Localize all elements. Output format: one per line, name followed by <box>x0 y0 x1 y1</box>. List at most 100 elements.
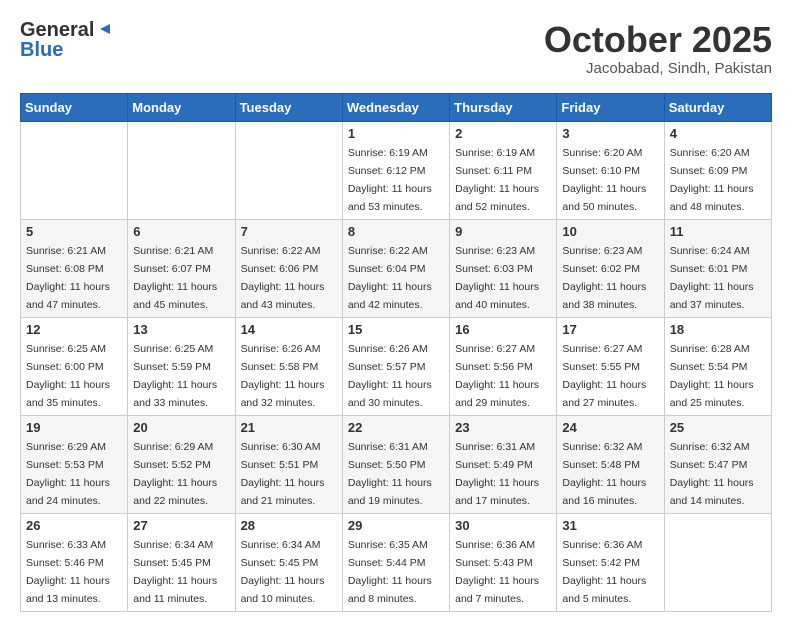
day-info: Sunrise: 6:29 AM Sunset: 5:52 PM Dayligh… <box>133 441 217 507</box>
day-info: Sunrise: 6:31 AM Sunset: 5:50 PM Dayligh… <box>348 441 432 507</box>
weekday-header-saturday: Saturday <box>664 93 771 121</box>
month-title: October 2025 <box>544 20 772 60</box>
day-info: Sunrise: 6:23 AM Sunset: 6:02 PM Dayligh… <box>562 245 646 311</box>
day-number: 3 <box>562 126 658 141</box>
week-row-4: 19 Sunrise: 6:29 AM Sunset: 5:53 PM Dayli… <box>21 415 772 513</box>
day-number: 17 <box>562 322 658 337</box>
day-number: 6 <box>133 224 229 239</box>
day-info: Sunrise: 6:20 AM Sunset: 6:10 PM Dayligh… <box>562 147 646 213</box>
calendar-cell: 29 Sunrise: 6:35 AM Sunset: 5:44 PM Dayli… <box>342 513 449 611</box>
calendar-cell: 21 Sunrise: 6:30 AM Sunset: 5:51 PM Dayli… <box>235 415 342 513</box>
day-info: Sunrise: 6:19 AM Sunset: 6:11 PM Dayligh… <box>455 147 539 213</box>
day-number: 1 <box>348 126 444 141</box>
day-info: Sunrise: 6:34 AM Sunset: 5:45 PM Dayligh… <box>133 539 217 605</box>
day-number: 11 <box>670 224 766 239</box>
calendar-cell: 19 Sunrise: 6:29 AM Sunset: 5:53 PM Dayli… <box>21 415 128 513</box>
day-info: Sunrise: 6:29 AM Sunset: 5:53 PM Dayligh… <box>26 441 110 507</box>
calendar-cell: 11 Sunrise: 6:24 AM Sunset: 6:01 PM Dayli… <box>664 219 771 317</box>
calendar-cell: 4Sunrise: 6:20 AM Sunset: 6:09 PM Daylig… <box>664 121 771 219</box>
weekday-header-thursday: Thursday <box>450 93 557 121</box>
day-number: 22 <box>348 420 444 435</box>
day-info: Sunrise: 6:26 AM Sunset: 5:57 PM Dayligh… <box>348 343 432 409</box>
logo-general-text: General <box>20 20 94 40</box>
calendar-cell: 28 Sunrise: 6:34 AM Sunset: 5:45 PM Dayli… <box>235 513 342 611</box>
day-number: 21 <box>241 420 337 435</box>
day-number: 2 <box>455 126 551 141</box>
day-info: Sunrise: 6:22 AM Sunset: 6:06 PM Dayligh… <box>241 245 325 311</box>
day-number: 12 <box>26 322 122 337</box>
calendar-cell: 15Sunrise: 6:26 AM Sunset: 5:57 PM Dayli… <box>342 317 449 415</box>
weekday-header-sunday: Sunday <box>21 93 128 121</box>
day-number: 19 <box>26 420 122 435</box>
calendar-table: SundayMondayTuesdayWednesdayThursdayFrid… <box>20 93 772 612</box>
calendar-cell: 17Sunrise: 6:27 AM Sunset: 5:55 PM Dayli… <box>557 317 664 415</box>
calendar-cell: 8 Sunrise: 6:22 AM Sunset: 6:04 PM Daylig… <box>342 219 449 317</box>
day-number: 23 <box>455 420 551 435</box>
day-info: Sunrise: 6:32 AM Sunset: 5:47 PM Dayligh… <box>670 441 754 507</box>
calendar-cell: 13 Sunrise: 6:25 AM Sunset: 5:59 PM Dayli… <box>128 317 235 415</box>
day-number: 30 <box>455 518 551 533</box>
calendar-cell: 10Sunrise: 6:23 AM Sunset: 6:02 PM Dayli… <box>557 219 664 317</box>
day-info: Sunrise: 6:26 AM Sunset: 5:58 PM Dayligh… <box>241 343 325 409</box>
day-number: 28 <box>241 518 337 533</box>
day-number: 5 <box>26 224 122 239</box>
day-info: Sunrise: 6:27 AM Sunset: 5:56 PM Dayligh… <box>455 343 539 409</box>
title-section: October 2025 Jacobabad, Sindh, Pakistan <box>544 20 772 77</box>
weekday-header-monday: Monday <box>128 93 235 121</box>
calendar-cell: 16 Sunrise: 6:27 AM Sunset: 5:56 PM Dayli… <box>450 317 557 415</box>
day-info: Sunrise: 6:34 AM Sunset: 5:45 PM Dayligh… <box>241 539 325 605</box>
day-info: Sunrise: 6:25 AM Sunset: 5:59 PM Dayligh… <box>133 343 217 409</box>
day-number: 27 <box>133 518 229 533</box>
day-number: 26 <box>26 518 122 533</box>
calendar-cell: 3 Sunrise: 6:20 AM Sunset: 6:10 PM Daylig… <box>557 121 664 219</box>
day-info: Sunrise: 6:35 AM Sunset: 5:44 PM Dayligh… <box>348 539 432 605</box>
calendar-cell: 27 Sunrise: 6:34 AM Sunset: 5:45 PM Dayli… <box>128 513 235 611</box>
day-info: Sunrise: 6:30 AM Sunset: 5:51 PM Dayligh… <box>241 441 325 507</box>
weekday-header-friday: Friday <box>557 93 664 121</box>
day-info: Sunrise: 6:28 AM Sunset: 5:54 PM Dayligh… <box>670 343 754 409</box>
day-number: 29 <box>348 518 444 533</box>
calendar-cell: 7 Sunrise: 6:22 AM Sunset: 6:06 PM Daylig… <box>235 219 342 317</box>
day-number: 18 <box>670 322 766 337</box>
day-info: Sunrise: 6:31 AM Sunset: 5:49 PM Dayligh… <box>455 441 539 507</box>
calendar-cell: 5 Sunrise: 6:21 AM Sunset: 6:08 PM Daylig… <box>21 219 128 317</box>
logo: General Blue <box>20 20 114 60</box>
day-number: 8 <box>348 224 444 239</box>
day-number: 16 <box>455 322 551 337</box>
day-info: Sunrise: 6:21 AM Sunset: 6:07 PM Dayligh… <box>133 245 217 311</box>
calendar-cell <box>21 121 128 219</box>
day-info: Sunrise: 6:21 AM Sunset: 6:08 PM Dayligh… <box>26 245 110 311</box>
day-info: Sunrise: 6:32 AM Sunset: 5:48 PM Dayligh… <box>562 441 646 507</box>
calendar-cell: 24 Sunrise: 6:32 AM Sunset: 5:48 PM Dayli… <box>557 415 664 513</box>
day-info: Sunrise: 6:20 AM Sunset: 6:09 PM Dayligh… <box>670 147 754 213</box>
weekday-header-tuesday: Tuesday <box>235 93 342 121</box>
day-number: 7 <box>241 224 337 239</box>
calendar-cell: 9Sunrise: 6:23 AM Sunset: 6:03 PM Daylig… <box>450 219 557 317</box>
calendar-cell: 6 Sunrise: 6:21 AM Sunset: 6:07 PM Daylig… <box>128 219 235 317</box>
day-info: Sunrise: 6:36 AM Sunset: 5:43 PM Dayligh… <box>455 539 539 605</box>
calendar-cell: 25 Sunrise: 6:32 AM Sunset: 5:47 PM Dayli… <box>664 415 771 513</box>
day-number: 25 <box>670 420 766 435</box>
calendar-cell: 1Sunrise: 6:19 AM Sunset: 6:12 PM Daylig… <box>342 121 449 219</box>
day-info: Sunrise: 6:24 AM Sunset: 6:01 PM Dayligh… <box>670 245 754 311</box>
day-info: Sunrise: 6:22 AM Sunset: 6:04 PM Dayligh… <box>348 245 432 311</box>
calendar-cell: 14 Sunrise: 6:26 AM Sunset: 5:58 PM Dayli… <box>235 317 342 415</box>
weekday-header-row: SundayMondayTuesdayWednesdayThursdayFrid… <box>21 93 772 121</box>
day-number: 24 <box>562 420 658 435</box>
day-info: Sunrise: 6:23 AM Sunset: 6:03 PM Dayligh… <box>455 245 539 311</box>
calendar-cell: 22 Sunrise: 6:31 AM Sunset: 5:50 PM Dayli… <box>342 415 449 513</box>
calendar-cell: 12Sunrise: 6:25 AM Sunset: 6:00 PM Dayli… <box>21 317 128 415</box>
calendar-cell: 23 Sunrise: 6:31 AM Sunset: 5:49 PM Dayli… <box>450 415 557 513</box>
calendar-cell: 30 Sunrise: 6:36 AM Sunset: 5:43 PM Dayli… <box>450 513 557 611</box>
logo-bird-icon <box>96 20 114 38</box>
day-info: Sunrise: 6:36 AM Sunset: 5:42 PM Dayligh… <box>562 539 646 605</box>
week-row-3: 12Sunrise: 6:25 AM Sunset: 6:00 PM Dayli… <box>21 317 772 415</box>
day-number: 14 <box>241 322 337 337</box>
calendar-cell: 26 Sunrise: 6:33 AM Sunset: 5:46 PM Dayli… <box>21 513 128 611</box>
weekday-header-wednesday: Wednesday <box>342 93 449 121</box>
calendar-cell <box>664 513 771 611</box>
day-info: Sunrise: 6:33 AM Sunset: 5:46 PM Dayligh… <box>26 539 110 605</box>
day-number: 13 <box>133 322 229 337</box>
day-number: 31 <box>562 518 658 533</box>
location-text: Jacobabad, Sindh, Pakistan <box>544 60 772 77</box>
